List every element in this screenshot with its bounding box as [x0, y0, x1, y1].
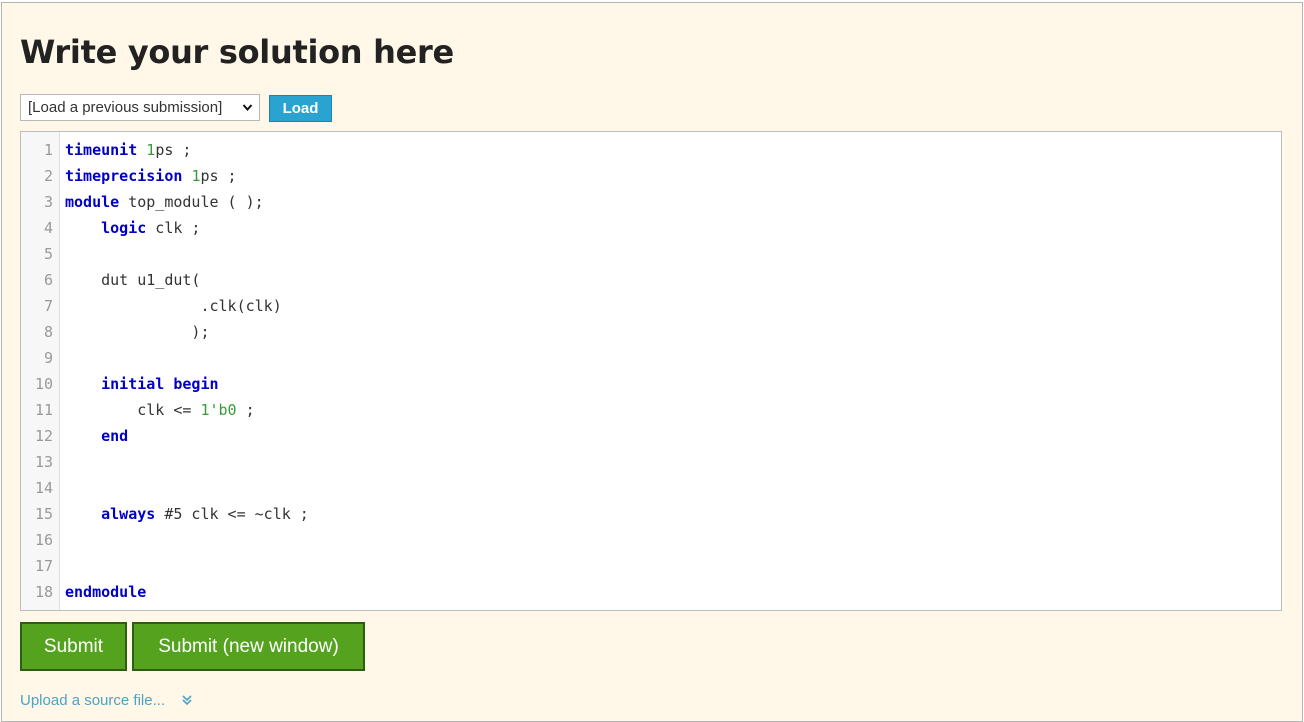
code-line: 6 dut u1_dut(	[21, 267, 1281, 293]
line-number: 10	[34, 375, 53, 393]
code-text: always #5 clk <= ~clk ;	[65, 501, 309, 527]
line-number: 3	[43, 193, 53, 211]
code-text: );	[65, 319, 210, 345]
code-keyword: module	[65, 193, 120, 211]
code-line: 17	[21, 553, 1281, 579]
line-number: 12	[34, 427, 53, 445]
line-number: 13	[34, 453, 53, 471]
code-line: 8 );	[21, 319, 1281, 345]
code-keyword: begin	[173, 375, 219, 393]
chevron-down-icon	[242, 95, 253, 129]
line-number: 5	[43, 245, 53, 263]
code-text: initial begin	[65, 371, 219, 397]
line-number: 8	[43, 323, 53, 341]
code-keyword: timeprecision	[65, 167, 183, 185]
line-number: 17	[34, 557, 53, 575]
code-text: .clk(clk)	[65, 293, 282, 319]
upload-source-file-label: Upload a source file...	[20, 692, 166, 709]
code-line: 12 end	[21, 423, 1281, 449]
code-token: clk ;	[146, 219, 201, 237]
code-text: logic clk ;	[65, 215, 200, 241]
submit-new-window-button[interactable]: Submit (new window)	[132, 622, 365, 671]
code-editor[interactable]: 1 timeunit 1ps ; 2 timeprecision 1ps ; 3 modu…	[20, 131, 1282, 611]
page-title: Write your solution here	[20, 33, 454, 71]
previous-submission-select-value: [Load a previous submission]	[28, 99, 223, 116]
code-line: 15 always #5 clk <= ~clk ;	[21, 501, 1281, 527]
line-number: 4	[43, 219, 53, 237]
code-text: endmodule	[65, 579, 146, 605]
code-line: 2 timeprecision 1ps ;	[21, 163, 1281, 189]
code-line: 4 logic clk ;	[21, 215, 1281, 241]
code-line: 5	[21, 241, 1281, 267]
code-line: 13	[21, 449, 1281, 475]
code-keyword: initial	[101, 375, 165, 393]
code-line: 16	[21, 527, 1281, 553]
code-token: #5 clk <= ~clk ;	[155, 505, 309, 523]
code-text: module top_module ( );	[65, 189, 264, 215]
code-token: top_module ( );	[119, 193, 264, 211]
previous-submission-select[interactable]: [Load a previous submission]	[20, 94, 260, 121]
code-line: 11 clk <= 1'b0 ;	[21, 397, 1281, 423]
line-number: 7	[43, 297, 53, 315]
code-line: 9	[21, 345, 1281, 371]
double-chevron-down-icon	[181, 693, 193, 708]
load-button[interactable]: Load	[269, 95, 332, 122]
code-token: dut u1_dut(	[65, 271, 201, 289]
code-token: clk <=	[65, 401, 201, 419]
code-text: timeprecision 1ps ;	[65, 163, 237, 189]
code-line: 1 timeunit 1ps ;	[21, 137, 1281, 163]
code-text: timeunit 1ps ;	[65, 137, 191, 163]
submit-button[interactable]: Submit	[20, 622, 127, 671]
code-keyword: end	[101, 427, 129, 445]
line-number: 16	[34, 531, 53, 549]
line-number: 2	[43, 167, 53, 185]
code-token: .clk(clk)	[65, 297, 282, 315]
code-text: end	[65, 423, 128, 449]
code-line: 7 .clk(clk)	[21, 293, 1281, 319]
code-token: );	[65, 323, 210, 341]
code-keyword: timeunit	[65, 141, 138, 159]
line-number: 11	[34, 401, 53, 419]
line-number: 15	[34, 505, 53, 523]
line-number: 18	[34, 583, 53, 601]
upload-source-file-link[interactable]: Upload a source file...	[20, 692, 193, 709]
code-line: 10 initial begin	[21, 371, 1281, 397]
line-number: 1	[43, 141, 53, 159]
code-token: ps ;	[155, 141, 192, 159]
code-text: clk <= 1'b0 ;	[65, 397, 255, 423]
line-number: 6	[43, 271, 53, 289]
code-token: ps ;	[200, 167, 237, 185]
code-number: 1'b0	[200, 401, 237, 419]
line-number: 14	[34, 479, 53, 497]
code-keyword: endmodule	[65, 583, 147, 601]
code-line: 14	[21, 475, 1281, 501]
code-token: ;	[236, 401, 255, 419]
code-line: 3 module top_module ( );	[21, 189, 1281, 215]
code-line: 18 endmodule	[21, 579, 1281, 605]
code-keyword: logic	[101, 219, 147, 237]
code-keyword: always	[101, 505, 156, 523]
line-number: 9	[43, 349, 53, 367]
code-text: dut u1_dut(	[65, 267, 200, 293]
code-number: 1	[146, 141, 156, 159]
